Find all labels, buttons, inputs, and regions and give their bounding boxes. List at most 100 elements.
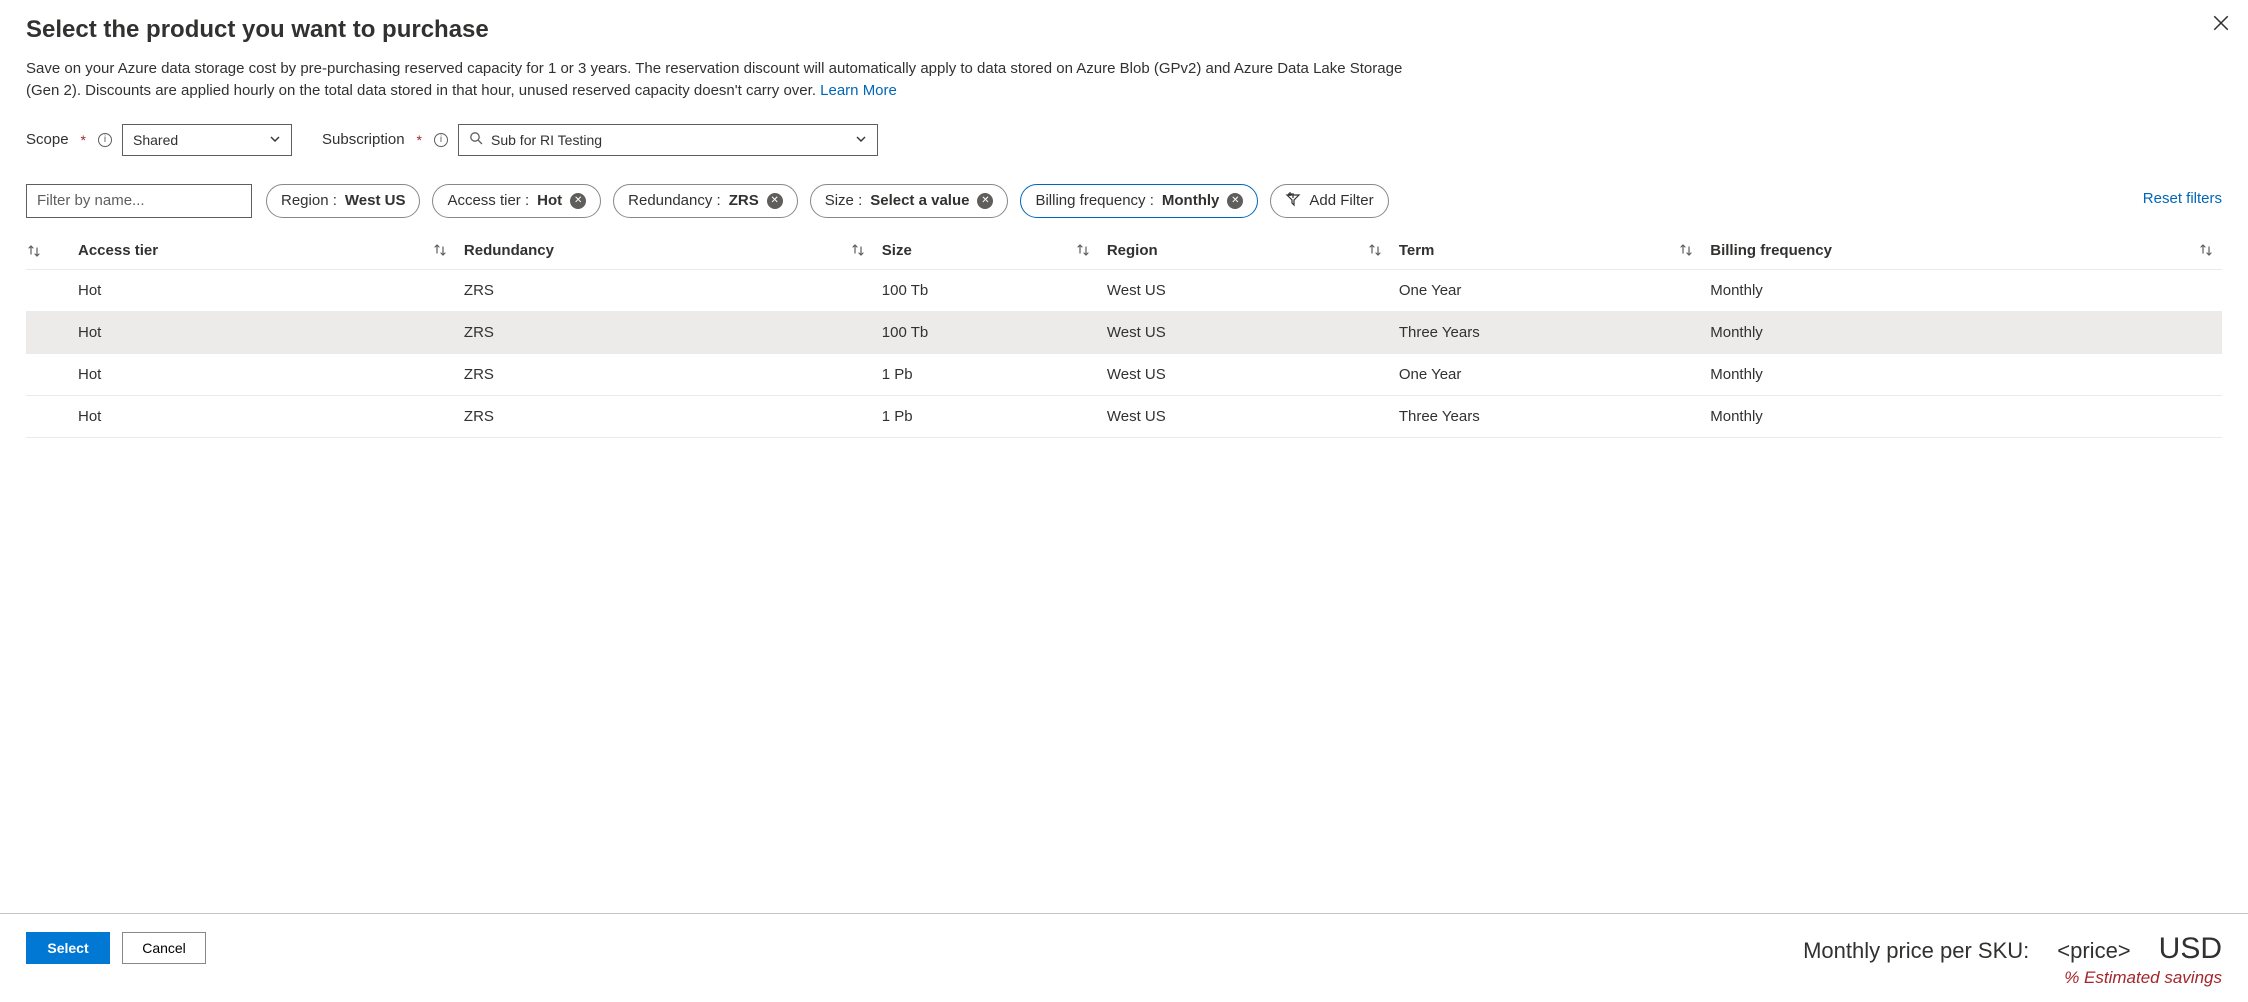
filter-pill[interactable]: Size : Select a value ✕ [810,184,1009,218]
price-value: <price> [2057,938,2130,964]
col-size[interactable]: Size [874,232,1099,270]
table-head: Access tier Redundancy Size Region Term … [26,232,2222,270]
add-filter-label: Add Filter [1309,192,1373,209]
subscription-label: Subscription [322,131,405,148]
filter-area: Region : West USAccess tier : Hot✕Redund… [26,184,2222,218]
purchase-panel: Select the product you want to purchase … [0,0,2248,1002]
filter-pill-label: Size : [825,192,863,209]
footer-actions: Select Cancel [26,932,206,964]
scope-value: Shared [133,132,178,148]
cell-access_tier: Hot [70,269,456,311]
filter-pill-label: Region : [281,192,337,209]
clear-filter-icon[interactable]: ✕ [767,193,783,209]
sort-icon[interactable] [432,242,448,258]
filter-pill-value: ZRS [729,192,759,209]
filter-pill[interactable]: Access tier : Hot ✕ [432,184,601,218]
cell-region: West US [1099,353,1391,395]
table-row[interactable]: HotZRS1 PbWest USThree YearsMonthly [26,395,2222,437]
sort-icon[interactable] [1678,242,1694,258]
scope-select[interactable]: Shared [122,124,292,156]
filter-pill-label: Access tier : [447,192,529,209]
col-region[interactable]: Region [1099,232,1391,270]
sort-icon[interactable] [1075,242,1091,258]
filter-pill-value: West US [345,192,406,209]
cell-term: Three Years [1391,395,1702,437]
close-button[interactable] [2212,14,2230,35]
sort-icon[interactable] [1367,242,1383,258]
col-term[interactable]: Term [1391,232,1702,270]
cell-redundancy: ZRS [456,395,874,437]
info-icon[interactable]: i [434,133,448,147]
sort-icon[interactable] [2198,242,2214,258]
filter-pill-value: Select a value [870,192,969,209]
sort-icon[interactable] [850,242,866,258]
scope-label: Scope [26,131,69,148]
cell-term: One Year [1391,269,1702,311]
cell-size: 100 Tb [874,311,1099,353]
reset-filters-link[interactable]: Reset filters [2143,190,2222,207]
estimated-savings: % Estimated savings [1803,968,2222,988]
filter-pill-value: Hot [537,192,562,209]
table-row[interactable]: HotZRS100 TbWest USThree YearsMonthly [26,311,2222,353]
filter-pill[interactable]: Region : West US [266,184,420,218]
price-currency: USD [2159,932,2222,966]
sku-table: Access tier Redundancy Size Region Term … [26,232,2222,438]
filter-name-input[interactable] [26,184,252,218]
cell-term: Three Years [1391,311,1702,353]
footer: Select Cancel Monthly price per SKU: <pr… [0,913,2248,1002]
col-billing[interactable]: Billing frequency [1702,232,2222,270]
cell-billing: Monthly [1702,269,2222,311]
cell-region: West US [1099,269,1391,311]
cell-access_tier: Hot [70,395,456,437]
clear-filter-icon[interactable]: ✕ [977,193,993,209]
filter-pill[interactable]: Redundancy : ZRS ✕ [613,184,798,218]
select-button[interactable]: Select [26,932,110,964]
info-icon[interactable]: i [98,133,112,147]
search-icon [469,131,483,148]
add-filter-button[interactable]: Add Filter [1270,184,1388,218]
price-label: Monthly price per SKU: [1803,938,2029,964]
cell-region: West US [1099,311,1391,353]
subscription-combo[interactable]: Sub for RI Testing [458,124,878,156]
table-row[interactable]: HotZRS100 TbWest USOne YearMonthly [26,269,2222,311]
cell-billing: Monthly [1702,353,2222,395]
chevron-down-icon [269,132,281,148]
filter-pill-label: Redundancy : [628,192,721,209]
cell-size: 1 Pb [874,353,1099,395]
panel-title: Select the product you want to purchase [26,16,2222,44]
cell-redundancy: ZRS [456,311,874,353]
filter-pill[interactable]: Billing frequency : Monthly✕ [1020,184,1258,218]
required-marker: * [81,132,86,148]
cancel-button[interactable]: Cancel [122,932,206,964]
filter-pill-wrap: Region : West USAccess tier : Hot✕Redund… [266,184,2129,218]
cell-access_tier: Hot [70,353,456,395]
subscription-group: Subscription * i Sub for RI Testing [322,124,878,156]
cell-size: 1 Pb [874,395,1099,437]
filter-pill-value: Monthly [1162,192,1220,209]
cell-billing: Monthly [1702,395,2222,437]
cell-redundancy: ZRS [456,353,874,395]
description-text: Save on your Azure data storage cost by … [26,60,1402,99]
panel-description: Save on your Azure data storage cost by … [26,58,1426,102]
subscription-value: Sub for RI Testing [491,132,847,148]
field-row: Scope * i Shared Subscription * i [26,124,2222,156]
scope-group: Scope * i Shared [26,124,292,156]
cell-size: 100 Tb [874,269,1099,311]
learn-more-link[interactable]: Learn More [820,82,897,99]
col-redundancy[interactable]: Redundancy [456,232,874,270]
add-filter-icon [1285,191,1301,211]
cell-term: One Year [1391,353,1702,395]
cell-region: West US [1099,395,1391,437]
table-body: HotZRS100 TbWest USOne YearMonthlyHotZRS… [26,269,2222,437]
col-access-tier[interactable]: Access tier [70,232,456,270]
cell-access_tier: Hot [70,311,456,353]
required-marker: * [417,132,422,148]
sort-icon[interactable] [26,243,42,259]
cell-billing: Monthly [1702,311,2222,353]
chevron-down-icon [855,132,867,148]
cell-redundancy: ZRS [456,269,874,311]
footer-price: Monthly price per SKU: <price> USD % Est… [1803,932,2222,988]
clear-filter-icon[interactable]: ✕ [570,193,586,209]
table-row[interactable]: HotZRS1 PbWest USOne YearMonthly [26,353,2222,395]
clear-filter-icon[interactable]: ✕ [1227,193,1243,209]
